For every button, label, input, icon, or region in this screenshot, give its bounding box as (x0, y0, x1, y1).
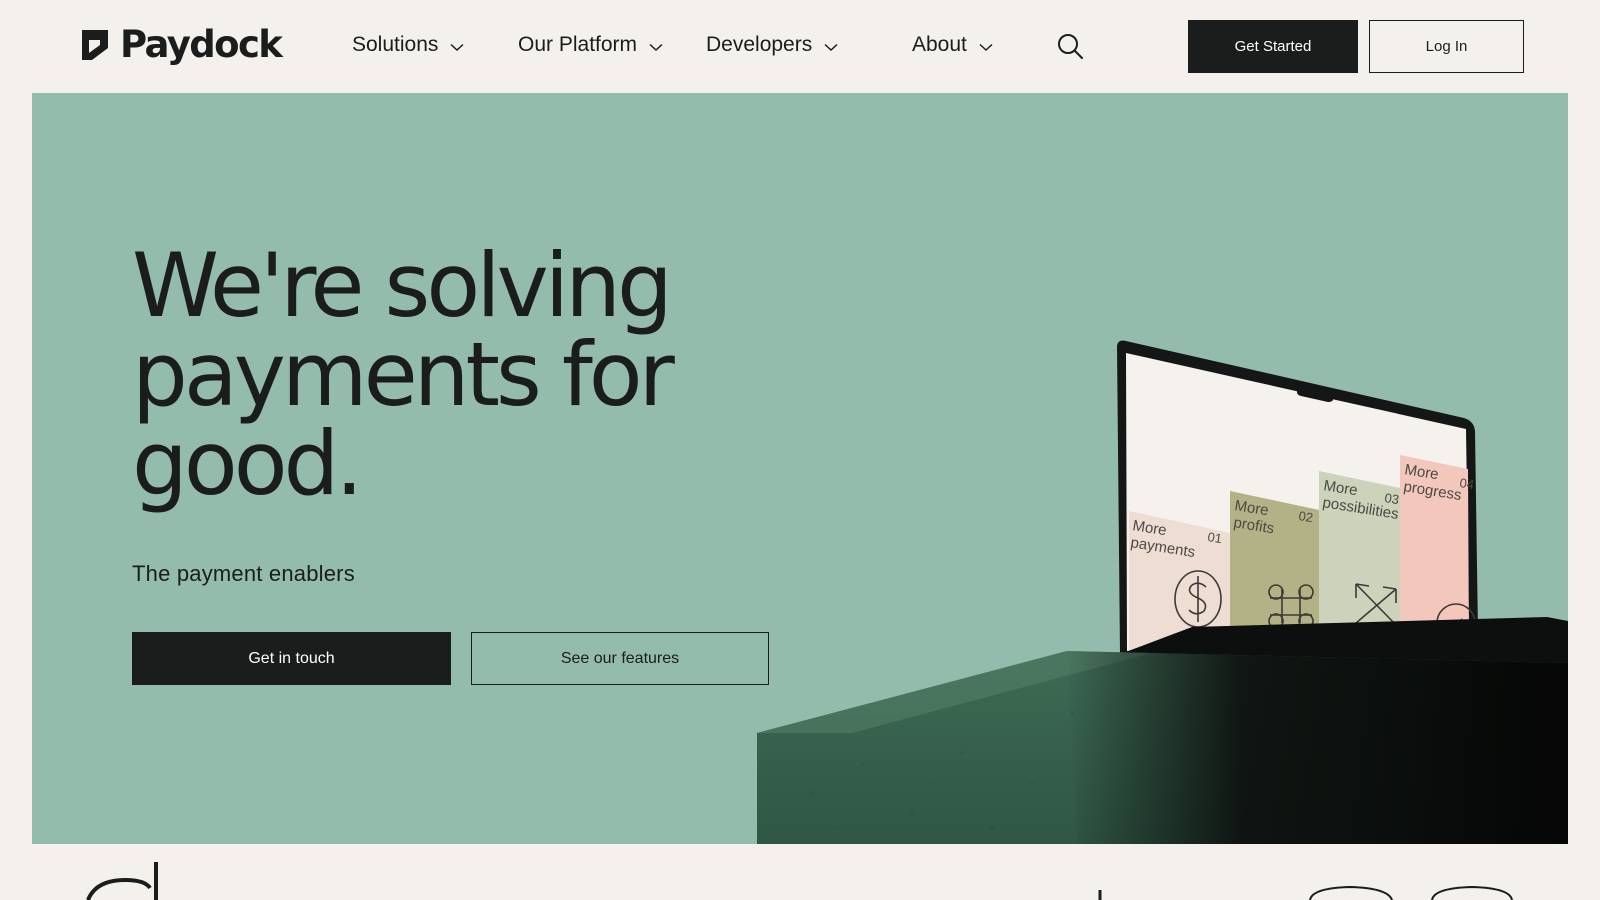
card-possibilities-number: 03 (1384, 490, 1401, 507)
hero-section: More payments 01 More profits 02 More po… (32, 93, 1568, 844)
nav-our-platform-label: Our Platform (518, 33, 638, 56)
nav-developers[interactable]: Developers (706, 30, 838, 60)
hero-title-line-2: payments for (132, 323, 675, 426)
logo-text: Paydock (120, 23, 283, 66)
get-in-touch-button[interactable]: Get in touch (132, 632, 451, 685)
chevron-down-icon (824, 43, 838, 51)
paydock-logo-mark-icon (82, 29, 108, 60)
card-payments-number: 01 (1207, 529, 1224, 546)
hero-title-line-3: good. (132, 412, 363, 515)
nav-our-platform[interactable]: Our Platform (518, 30, 663, 60)
nav-developers-label: Developers (706, 33, 813, 56)
chevron-down-icon (979, 43, 993, 51)
hero-title-line-1: We're solving (132, 234, 673, 337)
nav-solutions-label: Solutions (352, 33, 439, 56)
hero-title: We're solving payments for good. (132, 241, 832, 508)
card-profits-number: 02 (1298, 508, 1315, 525)
chevron-down-icon (450, 43, 464, 51)
nav-about[interactable]: About (912, 30, 993, 60)
search-icon[interactable] (1056, 32, 1084, 60)
paydock-logo[interactable]: Paydock (80, 23, 283, 66)
card-progress-number: 04 (1459, 475, 1476, 492)
hero-subtitle: The payment enablers (132, 561, 355, 586)
nav-about-label: About (912, 33, 967, 56)
login-button[interactable]: Log In (1369, 20, 1524, 73)
chevron-down-icon (649, 43, 663, 51)
nav-solutions[interactable]: Solutions (352, 30, 464, 60)
next-section-peek (86, 862, 1513, 900)
get-started-button[interactable]: Get Started (1188, 20, 1358, 73)
site-header: Paydock Solutions Our Platform Developer… (0, 0, 1600, 92)
see-features-button[interactable]: See our features (471, 632, 769, 685)
